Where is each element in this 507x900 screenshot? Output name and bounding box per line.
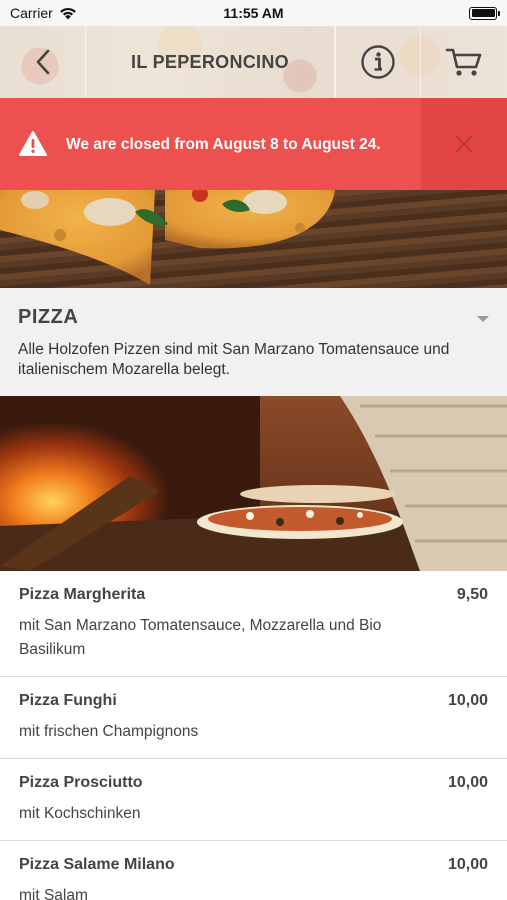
menu-item[interactable]: Pizza Funghi 10,00 mit frischen Champign… xyxy=(0,677,507,759)
carrier-label: Carrier xyxy=(10,5,53,21)
pizza-oven-image xyxy=(0,396,507,571)
warning-icon xyxy=(19,131,47,156)
menu-item-name: Pizza Funghi xyxy=(19,692,117,709)
menu-item-price: 10,00 xyxy=(447,774,488,791)
menu-item[interactable]: Pizza Prosciutto 10,00 mit Kochschinken xyxy=(0,759,507,841)
info-button[interactable] xyxy=(335,26,421,98)
menu-item[interactable]: Pizza Margherita 9,50 mit San Marzano To… xyxy=(0,571,507,677)
menu-list: Pizza Margherita 9,50 mit San Marzano To… xyxy=(0,571,507,900)
menu-item-name: Pizza Salame Milano xyxy=(19,856,175,873)
pizza-banner-image xyxy=(0,190,507,288)
menu-item-price: 10,00 xyxy=(447,692,488,709)
close-icon xyxy=(454,134,474,154)
menu-item-price: 10,00 xyxy=(447,856,488,873)
alert-message: We are closed from August 8 to August 24… xyxy=(66,135,381,153)
menu-item-description: mit Kochschinken xyxy=(19,805,141,822)
status-time: 11:55 AM xyxy=(223,5,284,21)
chevron-down-icon[interactable] xyxy=(477,316,489,322)
menu-item-row: Pizza Margherita 9,50 xyxy=(19,586,488,604)
menu-item-description: mit San Marzano Tomatensauce, Mozzarella… xyxy=(19,617,382,658)
menu-item-row: Pizza Salame Milano 10,00 xyxy=(19,856,488,874)
closed-alert-banner: We are closed from August 8 to August 24… xyxy=(0,98,507,190)
wifi-icon xyxy=(59,7,76,19)
back-chevron-icon xyxy=(36,49,49,75)
category-description: Alle Holzofen Pizzen sind mit San Marzan… xyxy=(18,341,450,378)
alert-content: We are closed from August 8 to August 24… xyxy=(0,98,421,190)
restaurant-title: IL PEPERONCINO xyxy=(86,26,335,98)
cart-button[interactable] xyxy=(421,26,507,98)
menu-item-row: Pizza Prosciutto 10,00 xyxy=(19,774,488,792)
alert-close-button[interactable] xyxy=(421,98,507,190)
menu-item[interactable]: Pizza Salame Milano 10,00 mit Salam xyxy=(0,841,507,900)
info-icon xyxy=(361,45,395,79)
menu-item-description: mit frischen Champignons xyxy=(19,723,199,740)
app-header: IL PEPERONCINO xyxy=(0,26,507,98)
menu-item-description: mit Salam xyxy=(19,887,88,900)
menu-item-name: Pizza Margherita xyxy=(19,586,146,603)
category-title: PIZZA xyxy=(18,306,79,328)
status-left: Carrier xyxy=(10,5,77,21)
category-pizza[interactable]: PIZZA Alle Holzofen Pizzen sind mit San … xyxy=(0,288,507,396)
menu-item-name: Pizza Prosciutto xyxy=(19,774,143,791)
back-button[interactable] xyxy=(0,26,86,98)
menu-item-price: 9,50 xyxy=(456,586,488,603)
cart-icon xyxy=(445,48,482,76)
battery-icon xyxy=(469,6,500,20)
status-bar: Carrier 11:55 AM xyxy=(0,0,507,26)
menu-item-row: Pizza Funghi 10,00 xyxy=(19,692,488,710)
